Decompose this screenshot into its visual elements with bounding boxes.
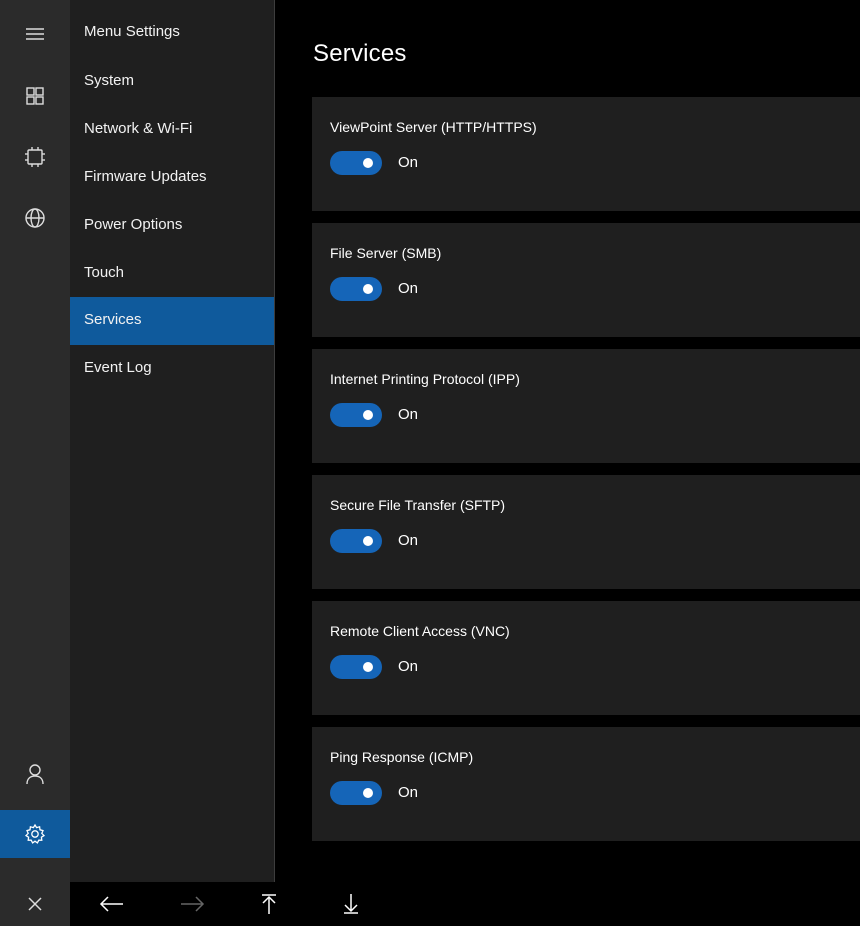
toggle-state-label: On — [398, 406, 419, 423]
toggle-knob — [363, 536, 373, 546]
scroll-bottom-icon[interactable] — [336, 882, 366, 926]
service-card: Secure File Transfer (SFTP) On — [312, 475, 860, 589]
service-card: Ping Response (ICMP) On — [312, 727, 860, 841]
menu-item-label: Network & Wi-Fi — [84, 120, 193, 137]
page-title: Services — [313, 40, 407, 67]
services-panel: Services ViewPoint Server (HTTP/HTTPS) O… — [276, 0, 860, 882]
menu-item-label: Power Options — [84, 216, 183, 233]
service-toggle[interactable] — [330, 151, 382, 175]
service-toggle[interactable] — [330, 781, 382, 805]
toggle-knob — [363, 410, 373, 420]
back-arrow-icon[interactable] — [92, 882, 132, 926]
toggle-knob — [363, 284, 373, 294]
grid-icon[interactable] — [0, 72, 70, 120]
forward-arrow-icon[interactable] — [172, 882, 212, 926]
scroll-top-icon[interactable] — [254, 882, 284, 926]
menu-item-label: Services — [84, 311, 142, 328]
menu-item-event-log[interactable]: Event Log — [70, 345, 274, 393]
toggle-state-label: On — [398, 280, 419, 297]
toggle-state-label: On — [398, 532, 419, 549]
globe-icon[interactable] — [0, 194, 70, 242]
chip-icon[interactable] — [0, 133, 70, 181]
hamburger-icon[interactable] — [0, 10, 70, 58]
toggle-knob — [363, 662, 373, 672]
bottom-nav-bar — [0, 882, 860, 926]
close-icon[interactable] — [0, 882, 70, 926]
menu-item-label: Touch — [84, 264, 125, 281]
menu-item-services[interactable]: Services — [70, 297, 274, 345]
menu-item-label: Firmware Updates — [84, 168, 207, 185]
toggle-state-label: On — [398, 658, 419, 675]
menu-item-label: Menu Settings — [84, 23, 180, 40]
toggle-knob — [363, 158, 373, 168]
icon-rail — [0, 0, 70, 882]
menu-item-network[interactable]: Network & Wi-Fi — [70, 106, 274, 154]
service-card: Remote Client Access (VNC) On — [312, 601, 860, 715]
service-name: Internet Printing Protocol (IPP) — [330, 371, 520, 387]
menu-item-label: System — [84, 72, 135, 89]
menu-item-label: Event Log — [84, 359, 152, 376]
service-name: File Server (SMB) — [330, 245, 442, 261]
service-name: Remote Client Access (VNC) — [330, 623, 510, 639]
service-toggle[interactable] — [330, 277, 382, 301]
service-toggle[interactable] — [330, 403, 382, 427]
service-card: Internet Printing Protocol (IPP) On — [312, 349, 860, 463]
service-toggle[interactable] — [330, 655, 382, 679]
user-icon[interactable] — [0, 750, 70, 798]
menu-item-firmware-updates[interactable]: Firmware Updates — [70, 154, 274, 202]
toggle-state-label: On — [398, 154, 419, 171]
gear-icon[interactable] — [0, 810, 70, 858]
toggle-state-label: On — [398, 784, 419, 801]
menu-item-touch[interactable]: Touch — [70, 250, 274, 298]
service-name: Secure File Transfer (SFTP) — [330, 497, 506, 513]
menu-item-system[interactable]: System — [70, 58, 274, 106]
menu-item-power-options[interactable]: Power Options — [70, 202, 274, 250]
service-name: ViewPoint Server (HTTP/HTTPS) — [330, 119, 537, 135]
menu-item-menu-settings[interactable]: Menu Settings — [70, 10, 274, 58]
service-toggle[interactable] — [330, 529, 382, 553]
service-card: File Server (SMB) On — [312, 223, 860, 337]
service-name: Ping Response (ICMP) — [330, 749, 474, 765]
service-card: ViewPoint Server (HTTP/HTTPS) On — [312, 97, 860, 211]
toggle-knob — [363, 788, 373, 798]
settings-menu: Menu Settings System Network & Wi-Fi Fir… — [70, 0, 275, 882]
